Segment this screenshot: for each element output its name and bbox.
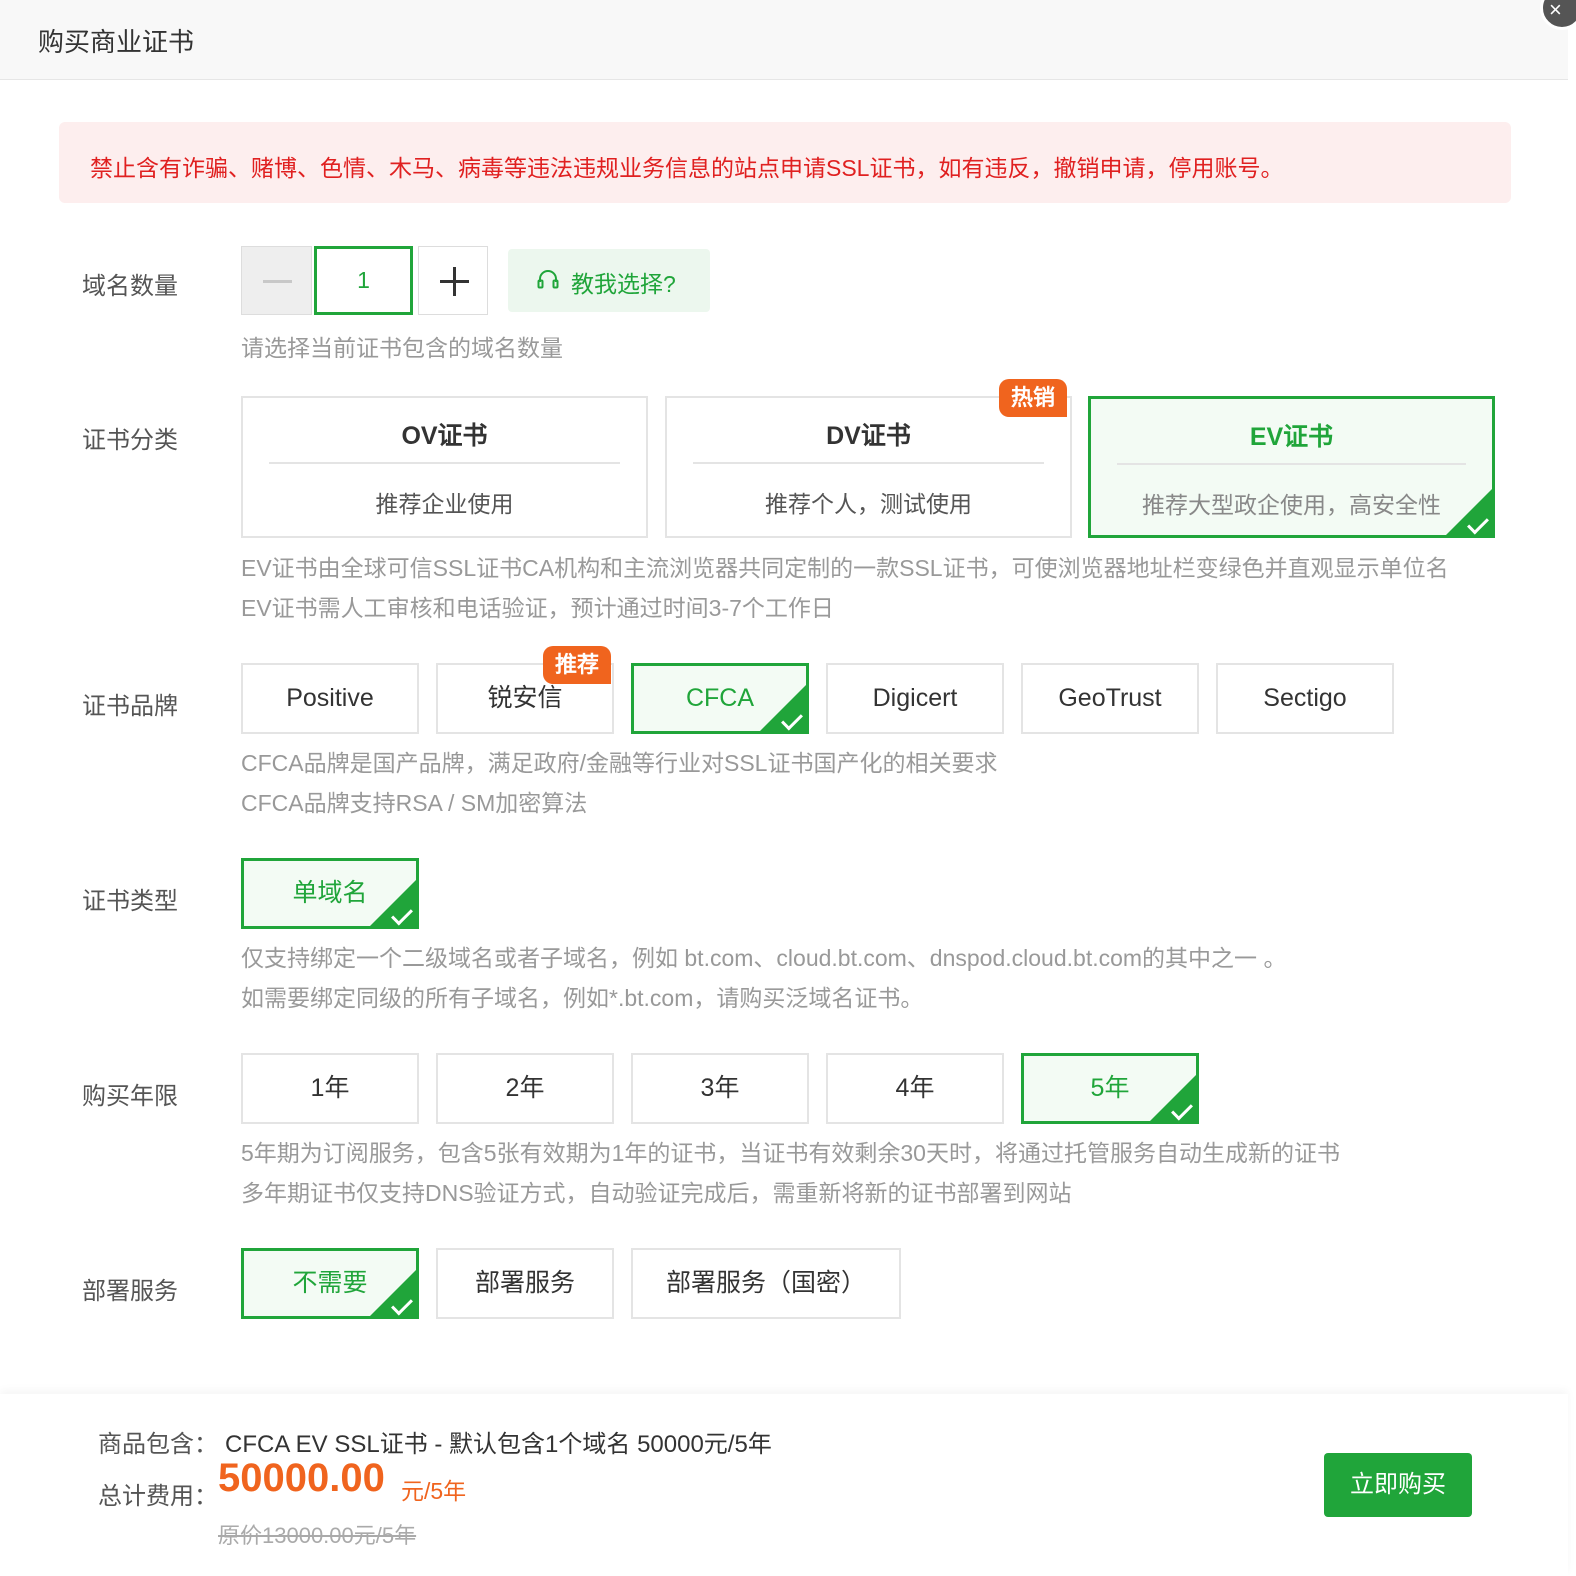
brand-hint-2: CFCA品牌支持RSA / SM加密算法 <box>241 790 588 816</box>
teach-me-label: 教我选择? <box>571 271 676 297</box>
years-option-3[interactable]: 3年 <box>631 1053 809 1124</box>
brand-option-geotrust[interactable]: GeoTrust <box>1021 663 1199 734</box>
total-price: 50000.00 <box>218 1456 385 1500</box>
increment-button[interactable] <box>418 246 488 315</box>
deploy-option-service-sm[interactable]: 部署服务（国密） <box>631 1248 901 1319</box>
teach-me-button[interactable]: 教我选择? <box>508 249 710 312</box>
warning-text: 禁止含有诈骗、赌博、色情、木马、病毒等违法违规业务信息的站点申请SSL证书，如有… <box>90 155 1284 181</box>
category-hint-1: EV证书由全球可信SSL证书CA机构和主流浏览器共同定制的一款SSL证书，可使浏… <box>241 555 1449 581</box>
category-name: DV证书 <box>826 422 911 450</box>
category-desc: 推荐个人，测试使用 <box>765 491 972 517</box>
cert-type-option-label: 单域名 <box>292 879 368 907</box>
product-label: 商品包含： <box>98 1431 218 1458</box>
years-option-4[interactable]: 4年 <box>826 1053 1004 1124</box>
brand-label: 证书品牌 <box>82 693 178 720</box>
recommend-badge: 推荐 <box>543 646 612 684</box>
hot-badge: 热销 <box>999 379 1068 417</box>
dialog-header: 购买商业证书 <box>0 0 1568 80</box>
product-value: CFCA EV SSL证书 - 默认包含1个域名 50000元/5年 <box>225 1431 772 1458</box>
cert-type-label: 证书类型 <box>82 888 178 915</box>
deploy-option-label: 不需要 <box>292 1269 368 1297</box>
total-label: 总计费用： <box>98 1483 218 1510</box>
deploy-option-none[interactable]: 不需要 <box>241 1248 419 1319</box>
category-desc: 推荐大型政企使用，高安全性 <box>1142 492 1441 518</box>
brand-hint-1: CFCA品牌是国产品牌，满足政府/金融等行业对SSL证书国产化的相关要求 <box>241 750 998 776</box>
category-name: EV证书 <box>1249 423 1334 451</box>
years-option-1[interactable]: 1年 <box>241 1053 419 1124</box>
brand-option-positive[interactable]: Positive <box>241 663 419 734</box>
buy-now-button[interactable]: 立即购买 <box>1324 1453 1472 1517</box>
category-hint-2: EV证书需人工审核和电话验证，预计通过时间3-7个工作日 <box>241 595 834 621</box>
category-label: 证书分类 <box>82 427 178 454</box>
price-unit: 元/5年 <box>401 1478 467 1504</box>
cert-type-option-single[interactable]: 单域名 <box>241 858 419 929</box>
category-name: OV证书 <box>401 422 488 450</box>
deploy-option-service[interactable]: 部署服务 <box>436 1248 614 1319</box>
cert-type-hint-1: 仅支持绑定一个二级域名或者子域名，例如 bt.com、cloud.bt.com、… <box>241 945 1287 971</box>
domain-count-input[interactable]: 1 <box>314 246 413 315</box>
brand-option-digicert[interactable]: Digicert <box>826 663 1004 734</box>
domain-count-label: 域名数量 <box>82 273 178 300</box>
brand-option-sectigo[interactable]: Sectigo <box>1216 663 1394 734</box>
cert-type-hint-2: 如需要绑定同级的所有子域名，例如*.bt.com，请购买泛域名证书。 <box>241 985 924 1011</box>
decrement-button[interactable] <box>241 246 312 315</box>
category-card-dv[interactable]: DV证书 推荐个人，测试使用 <box>665 396 1072 538</box>
warning-alert: 禁止含有诈骗、赌博、色情、木马、病毒等违法违规业务信息的站点申请SSL证书，如有… <box>59 122 1511 203</box>
years-hint-1: 5年期为订阅服务，包含5张有效期为1年的证书，当证书有效剩余30天时，将通过托管… <box>241 1140 1340 1166</box>
years-hint-2: 多年期证书仅支持DNS验证方式，自动验证完成后，需重新将新的证书部署到网站 <box>241 1180 1072 1206</box>
years-option-2[interactable]: 2年 <box>436 1053 614 1124</box>
divider <box>693 462 1044 464</box>
category-card-ev[interactable]: EV证书 推荐大型政企使用，高安全性 <box>1088 396 1495 538</box>
headset-icon <box>537 270 559 289</box>
divider <box>269 462 620 464</box>
dialog-title: 购买商业证书 <box>38 27 195 57</box>
divider <box>1117 463 1466 465</box>
category-desc: 推荐企业使用 <box>375 491 514 517</box>
minus-icon <box>263 280 292 283</box>
category-card-ov[interactable]: OV证书 推荐企业使用 <box>241 396 648 538</box>
years-option-5[interactable]: 5年 <box>1021 1053 1199 1124</box>
domain-count-hint: 请选择当前证书包含的域名数量 <box>241 335 563 361</box>
close-icon: × <box>1549 0 1562 22</box>
deploy-label: 部署服务 <box>82 1278 178 1305</box>
brand-option-cfca[interactable]: CFCA <box>631 663 809 734</box>
years-option-label: 5年 <box>1090 1074 1130 1102</box>
years-label: 购买年限 <box>82 1083 178 1110</box>
original-price: 原价13000.00元/5年 <box>218 1523 417 1548</box>
brand-option-label: CFCA <box>685 684 755 712</box>
